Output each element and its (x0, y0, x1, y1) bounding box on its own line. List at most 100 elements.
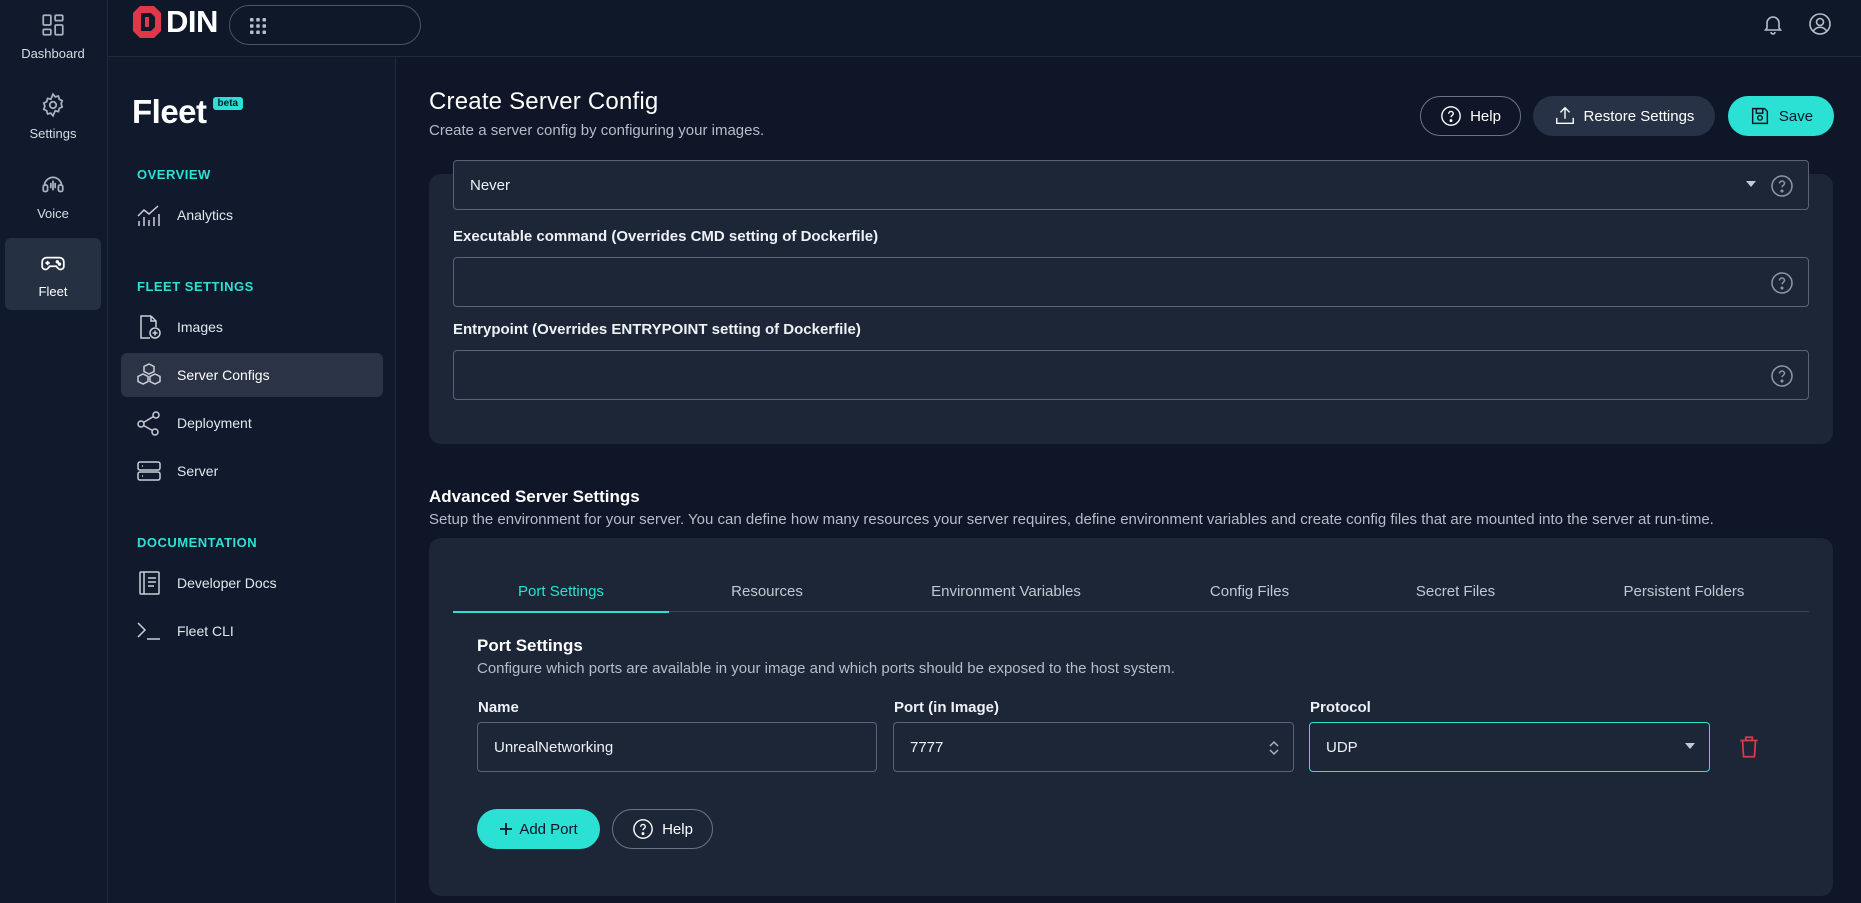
deployment-icon (137, 411, 160, 436)
terminal-icon (137, 622, 160, 640)
question-circle-icon (633, 819, 653, 839)
port-help-label: Help (662, 820, 693, 838)
rail-item-voice[interactable]: Voice (5, 160, 101, 232)
logo-mark-icon (133, 6, 161, 38)
voice-icon (42, 176, 64, 192)
nav-label: Developer Docs (177, 575, 277, 591)
restore-settings-button[interactable]: Restore Settings (1533, 96, 1715, 136)
protocol-select[interactable]: UDP (1309, 722, 1710, 772)
page-title: Create Server Config (429, 88, 659, 115)
help-button[interactable]: Help (1420, 96, 1521, 136)
port-settings-subtitle: Configure which ports are available in y… (477, 660, 1175, 677)
cubes-icon (137, 363, 161, 385)
advanced-settings-subtitle: Setup the environment for your server. Y… (429, 511, 1714, 528)
user-account-icon[interactable] (1808, 12, 1832, 36)
analytics-icon (137, 205, 160, 226)
port-number-label: Port (in Image) (894, 699, 1000, 716)
rail-label: Settings (29, 125, 77, 141)
tab-port-settings[interactable]: Port Settings (453, 570, 669, 613)
tab-config-files[interactable]: Config Files (1147, 570, 1352, 612)
tab-secret-files[interactable]: Secret Files (1352, 570, 1559, 612)
grid-icon (250, 18, 266, 34)
page-subtitle: Create a server config by configuring yo… (429, 122, 765, 139)
rail-label: Voice (37, 205, 69, 221)
add-port-label: Add Port (519, 820, 578, 838)
restart-policy-select[interactable]: Never (453, 160, 1809, 210)
bell-icon[interactable] (1761, 12, 1785, 36)
sidebar-item-developer-docs[interactable]: Developer Docs (121, 561, 383, 605)
question-circle-icon[interactable] (1770, 364, 1794, 388)
advanced-tabs: Port Settings Resources Environment Vari… (453, 570, 1809, 613)
server-icon (137, 461, 161, 481)
question-circle-icon[interactable] (1770, 174, 1794, 198)
save-label: Save (1778, 107, 1814, 125)
tab-environment-variables[interactable]: Environment Variables (865, 570, 1147, 612)
entrypoint-input[interactable] (453, 350, 1809, 400)
question-circle-icon (1441, 106, 1461, 126)
nav-label: Server (177, 463, 219, 479)
page-header: Create Server Config Create a server con… (429, 88, 764, 139)
icon-rail: Dashboard Settings Voice Fleet (0, 0, 108, 903)
fleet-brand: Fleet beta (132, 93, 244, 131)
beta-badge: beta (212, 97, 244, 110)
nav-label: Fleet CLI (177, 623, 234, 639)
nav-label: Server Configs (177, 367, 270, 383)
port-name-label: Name (478, 699, 519, 716)
protocol-label: Protocol (1310, 699, 1371, 716)
entrypoint-label: Entrypoint (Overrides ENTRYPOINT setting… (453, 321, 861, 338)
protocol-value: UDP (1326, 738, 1358, 756)
sidebar-item-server[interactable]: Server (121, 449, 383, 493)
tab-resources[interactable]: Resources (669, 570, 865, 612)
restart-policy-value: Never (470, 176, 511, 194)
advanced-settings-card: Port Settings Resources Environment Vari… (429, 538, 1833, 896)
book-icon (139, 571, 160, 595)
rail-item-dashboard[interactable]: Dashboard (5, 0, 101, 72)
gamepad-icon (41, 256, 65, 270)
top-bar: DIN (108, 0, 1861, 57)
advanced-settings-title: Advanced Server Settings (429, 487, 640, 506)
stepper-arrows-icon[interactable] (1267, 738, 1281, 758)
port-help-button[interactable]: Help (612, 809, 713, 849)
sidebar-item-images[interactable]: Images (121, 305, 383, 349)
rail-item-fleet[interactable]: Fleet (5, 238, 101, 310)
executable-command-input[interactable] (453, 257, 1809, 307)
port-name-input[interactable]: UnrealNetworking (477, 722, 877, 772)
save-icon (1751, 107, 1768, 125)
port-settings-title: Port Settings (477, 636, 583, 655)
logo-text: DIN (166, 4, 218, 39)
cmd-label: Executable command (Overrides CMD settin… (453, 228, 879, 245)
upload-icon (1555, 106, 1574, 125)
sidebar-item-analytics[interactable]: Analytics (121, 193, 383, 237)
chevron-down-icon (1746, 181, 1756, 187)
odin-logo[interactable]: DIN (132, 4, 218, 39)
nav-label: Deployment (177, 415, 252, 431)
rail-item-settings[interactable]: Settings (5, 80, 101, 152)
file-add-icon (140, 315, 161, 339)
save-button[interactable]: Save (1728, 96, 1834, 136)
brand-name: Fleet (132, 93, 207, 130)
question-circle-icon[interactable] (1770, 271, 1794, 295)
rail-label: Fleet (38, 283, 68, 299)
main-content: Create Server Config Create a server con… (396, 57, 1861, 903)
sidebar-item-fleet-cli[interactable]: Fleet CLI (121, 609, 383, 653)
nav-label: Analytics (177, 207, 234, 223)
chevron-down-icon (1685, 743, 1695, 749)
section-documentation: DOCUMENTATION (137, 535, 258, 550)
help-label: Help (1470, 107, 1501, 125)
nav-label: Images (177, 319, 223, 335)
sidebar-item-deployment[interactable]: Deployment (121, 401, 383, 445)
port-number-value: 7777 (910, 738, 944, 756)
section-fleet-settings: FLEET SETTINGS (137, 279, 254, 294)
port-name-value: UnrealNetworking (494, 738, 614, 756)
add-port-button[interactable]: Add Port (477, 809, 600, 849)
dashboard-icon (42, 13, 64, 36)
fleet-sidebar: Fleet beta OVERVIEW Analytics FLEET SETT… (108, 57, 396, 903)
sidebar-item-server-configs[interactable]: Server Configs (121, 353, 383, 397)
trash-icon[interactable] (1736, 734, 1762, 760)
section-overview: OVERVIEW (137, 167, 211, 182)
tab-persistent-folders[interactable]: Persistent Folders (1559, 570, 1809, 612)
port-number-stepper[interactable]: 7777 (893, 722, 1294, 772)
gear-icon (42, 91, 64, 118)
app-launcher-search[interactable] (229, 5, 421, 45)
restore-label: Restore Settings (1583, 107, 1695, 125)
